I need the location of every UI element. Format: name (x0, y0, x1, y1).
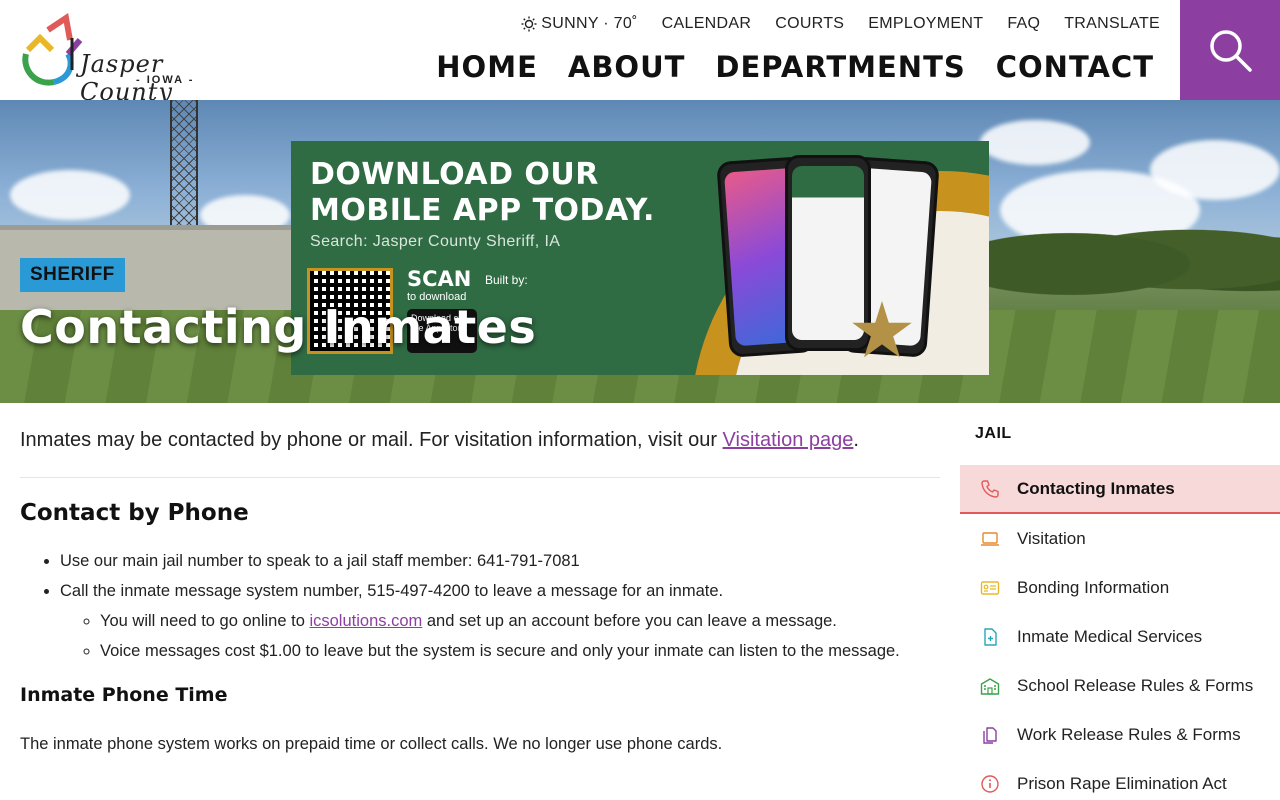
radio-tower (170, 100, 198, 235)
sidebar-item-medical[interactable]: Inmate Medical Services (960, 612, 1280, 661)
sidebar-title: JAIL (975, 425, 1012, 442)
promo-scan: SCAN (407, 267, 472, 291)
medical-file-icon (980, 627, 1000, 647)
sidebar-item-visitation[interactable]: Visitation (960, 514, 1280, 563)
school-icon (980, 676, 1000, 696)
phone-mockup-2 (785, 155, 871, 351)
sidebar-item-label: Bonding Information (1017, 577, 1170, 597)
nav-departments[interactable]: DEPARTMENTS (715, 50, 965, 84)
promo-built-by: Built by: (485, 273, 528, 287)
page-title: Contacting Inmates (20, 300, 537, 354)
sun-icon (521, 16, 537, 32)
visitation-link[interactable]: Visitation page (723, 429, 854, 451)
sidebar-item-work-release[interactable]: Work Release Rules & Forms (960, 710, 1280, 759)
search-button[interactable] (1180, 0, 1280, 100)
nav-about[interactable]: ABOUT (568, 50, 686, 84)
logo-state: - IOWA - (136, 74, 195, 86)
logo-mark-icon (22, 12, 83, 86)
list-item: Call the inmate message system number, 5… (60, 576, 940, 666)
utility-nav: SUNNY · 70˚ CALENDAR COURTS EMPLOYMENT F… (521, 14, 1160, 34)
sidebar-list: Contacting Inmates Visitation Bonding In… (960, 465, 1280, 800)
sidebar-item-contacting-inmates[interactable]: Contacting Inmates (960, 465, 1280, 514)
main-content: Inmates may be contacted by phone or mai… (20, 403, 940, 756)
sidebar-item-label: Prison Rape Elimination Act (1017, 773, 1227, 793)
sidebar: JAIL Contacting Inmates Visitation Bondi… (960, 403, 1280, 800)
phone-heading: Contact by Phone (20, 500, 249, 526)
sidebar-item-school-release[interactable]: School Release Rules & Forms (960, 661, 1280, 710)
site-header: Jasper County - IOWA - SUNNY · 70˚ CALEN… (0, 0, 1280, 106)
promo-search-text: Search: Jasper County Sheriff, IA (310, 233, 561, 250)
sidebar-item-bonding[interactable]: Bonding Information (960, 563, 1280, 612)
phone-sublist: You will need to go online to icsolution… (60, 606, 940, 666)
utility-link-employment[interactable]: EMPLOYMENT (868, 15, 983, 33)
utility-link-calendar[interactable]: CALENDAR (662, 15, 752, 33)
sidebar-item-label: Visitation (1017, 528, 1086, 548)
sidebar-item-label: School Release Rules & Forms (1017, 675, 1254, 695)
phone-list: Use our main jail number to speak to a j… (20, 546, 940, 666)
documents-icon (980, 725, 1000, 745)
weather-text: SUNNY · 70˚ (541, 15, 638, 32)
promo-headline: DOWNLOAD OUR MOBILE APP TODAY. (310, 157, 655, 228)
trees (980, 210, 1280, 300)
utility-link-faq[interactable]: FAQ (1007, 15, 1040, 33)
nav-home[interactable]: HOME (436, 50, 538, 84)
info-icon (980, 774, 1000, 794)
list-item: Voice messages cost $1.00 to leave but t… (100, 636, 940, 666)
site-logo[interactable]: Jasper County - IOWA - (18, 10, 248, 106)
department-tag[interactable]: SHERIFF (20, 258, 125, 292)
sidebar-item-label: Inmate Medical Services (1017, 626, 1203, 646)
nav-contact[interactable]: CONTACT (996, 50, 1154, 84)
hero-banner: DOWNLOAD OUR MOBILE APP TODAY. Search: J… (0, 100, 1280, 403)
id-card-icon (980, 578, 1000, 598)
phone-time-heading: Inmate Phone Time (20, 684, 228, 706)
weather-widget: SUNNY · 70˚ (521, 15, 637, 33)
icsolutions-link[interactable]: icsolutions.com (309, 612, 422, 630)
list-item: Use our main jail number to speak to a j… (60, 546, 940, 576)
sidebar-item-label: Work Release Rules & Forms (1017, 724, 1241, 744)
phone-time-text: The inmate phone system works on prepaid… (20, 735, 723, 753)
intro-paragraph: Inmates may be contacted by phone or mai… (20, 427, 940, 478)
sidebar-item-prea[interactable]: Prison Rape Elimination Act (960, 759, 1280, 800)
laptop-icon (980, 529, 1000, 549)
list-item: You will need to go online to icsolution… (100, 606, 940, 636)
phone-icon (980, 479, 1000, 499)
search-icon (1210, 30, 1252, 72)
utility-link-courts[interactable]: COURTS (775, 15, 844, 33)
main-nav: HOME ABOUT DEPARTMENTS CONTACT (436, 50, 1154, 84)
sidebar-item-label: Contacting Inmates (1017, 478, 1175, 498)
utility-link-translate[interactable]: TRANSLATE (1064, 15, 1160, 33)
